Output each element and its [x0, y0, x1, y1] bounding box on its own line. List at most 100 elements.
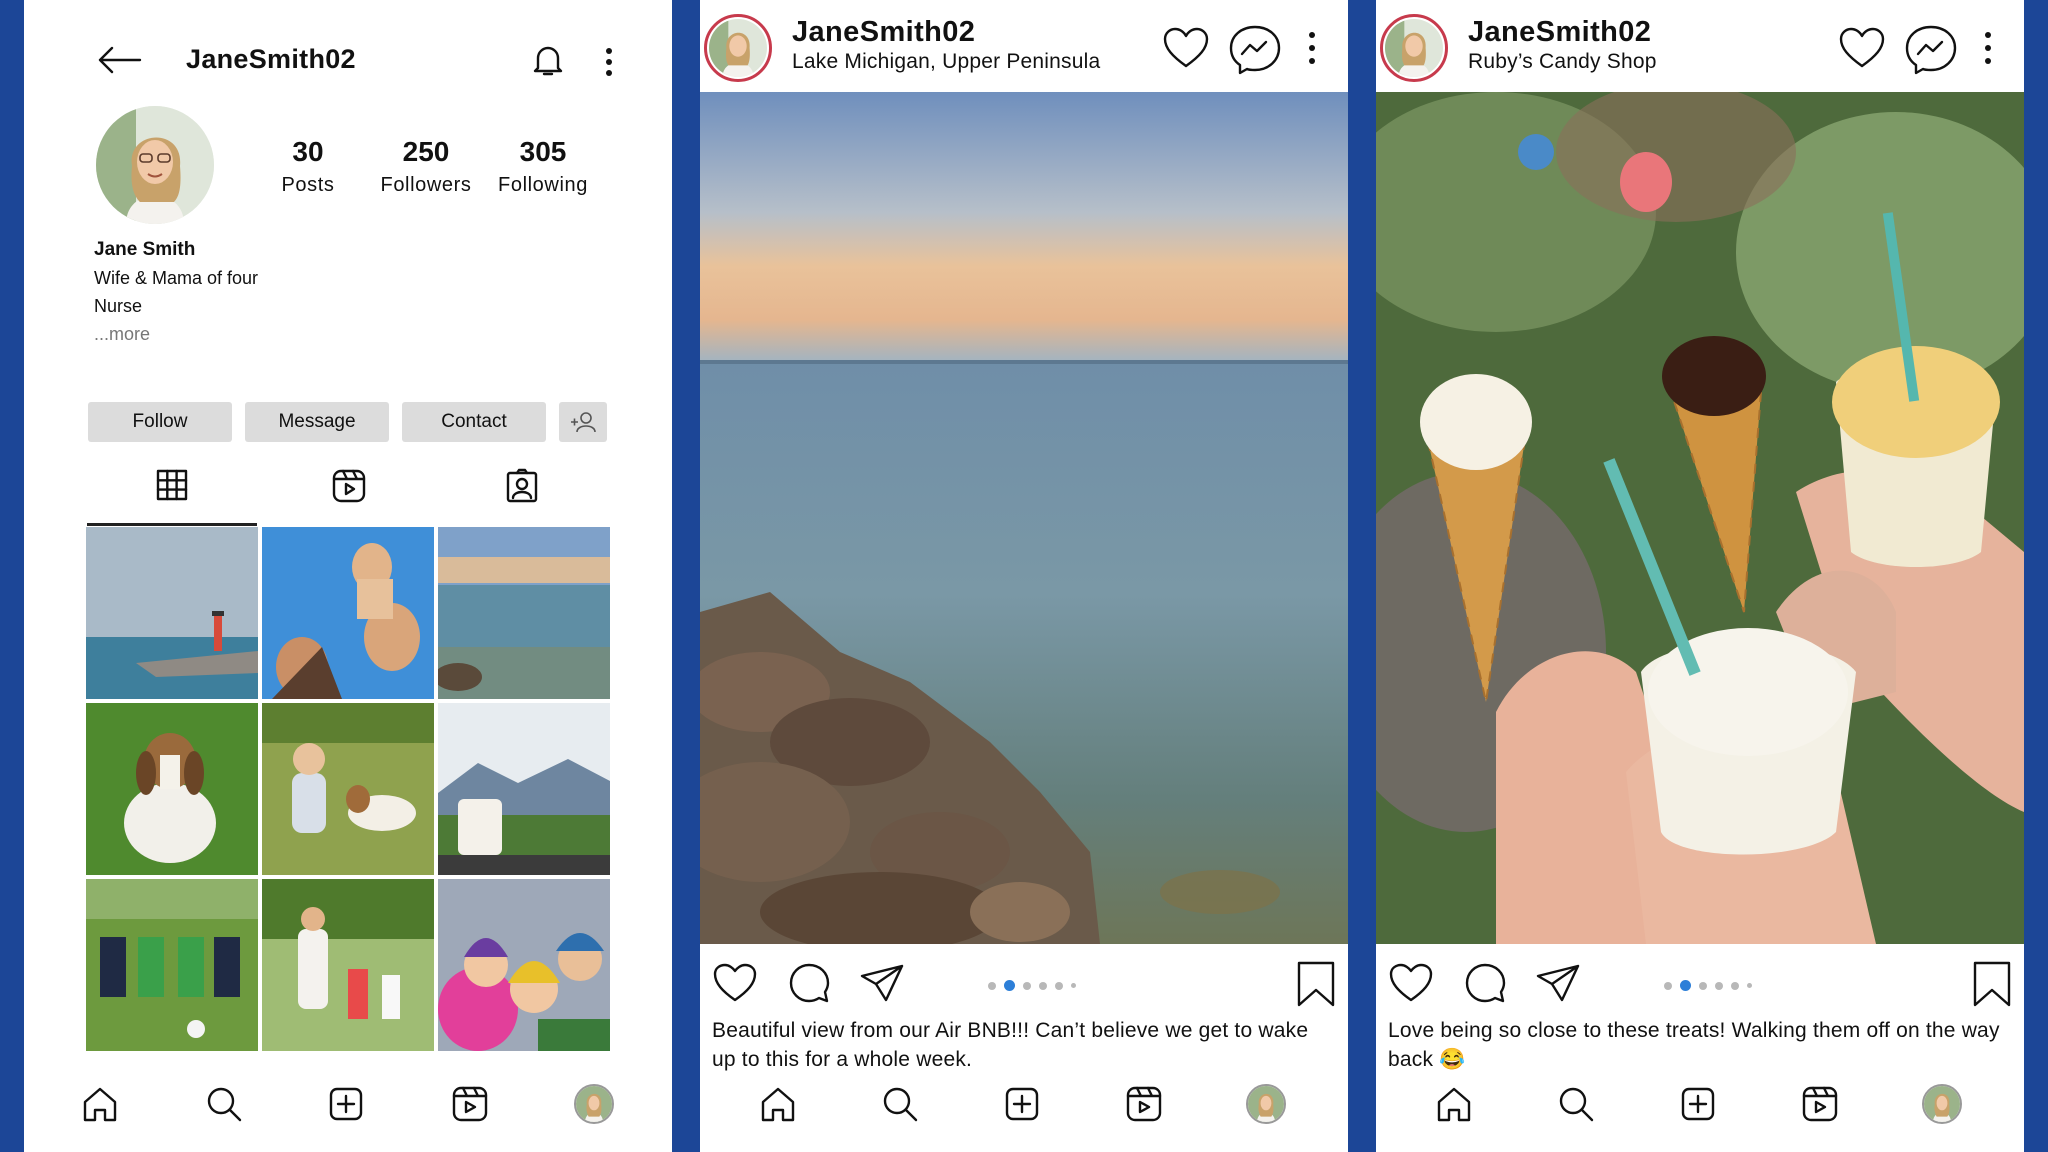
home-icon[interactable]	[758, 1084, 798, 1124]
profile-avatar[interactable]	[1922, 1084, 1962, 1124]
profile-avatar[interactable]	[96, 106, 214, 224]
bio-more-link[interactable]: ...more	[94, 320, 258, 348]
search-icon[interactable]	[1556, 1084, 1596, 1124]
messenger-icon[interactable]	[1904, 24, 1958, 76]
contact-button[interactable]: Contact	[402, 402, 546, 442]
post-location[interactable]: Ruby’s Candy Shop	[1468, 50, 1657, 74]
stat-followers-value: 250	[402, 136, 450, 167]
more-options-icon[interactable]	[602, 46, 616, 78]
posts-grid	[86, 527, 634, 1051]
share-icon[interactable]	[860, 964, 904, 1002]
post-panel-ice-cream: JaneSmith02 Ruby’s Candy Shop Love being…	[1376, 0, 2024, 1152]
carousel-dot-active	[1004, 980, 1015, 991]
carousel-dot	[988, 981, 996, 990]
stat-posts-value: 30	[292, 136, 324, 167]
bio-line: Nurse	[94, 296, 143, 316]
carousel-dot	[1715, 981, 1723, 990]
carousel-dot	[1699, 981, 1707, 990]
carousel-dot-active	[1680, 980, 1691, 991]
grid-post-kids-soccer[interactable]	[86, 879, 258, 1051]
profile-avatar[interactable]	[1246, 1084, 1286, 1124]
post-author-avatar[interactable]	[704, 14, 772, 82]
create-icon[interactable]	[1002, 1084, 1042, 1124]
stat-following-value: 305	[519, 136, 567, 167]
reels-icon[interactable]	[450, 1084, 490, 1124]
reels-icon[interactable]	[1800, 1084, 1840, 1124]
search-icon[interactable]	[880, 1084, 920, 1124]
grid-post-coffee-mountains[interactable]	[438, 703, 610, 875]
stat-following[interactable]: 305 Following	[483, 136, 603, 197]
post-image-lake-sunset[interactable]	[700, 92, 1348, 944]
share-icon[interactable]	[1536, 964, 1580, 1002]
create-icon[interactable]	[326, 1084, 366, 1124]
carousel-dot	[1071, 983, 1076, 988]
bottom-nav	[700, 1076, 1348, 1136]
bio-name: Jane Smith	[94, 239, 196, 260]
bell-icon[interactable]	[530, 42, 566, 78]
heart-icon[interactable]	[1838, 26, 1886, 70]
profile-bio: Jane Smith Wife & Mama of four Nurse ...…	[94, 236, 258, 348]
post-location[interactable]: Lake Michigan, Upper Peninsula	[792, 50, 1100, 74]
search-icon[interactable]	[204, 1084, 244, 1124]
profile-header: JaneSmith02	[24, 0, 672, 110]
home-icon[interactable]	[80, 1084, 120, 1124]
grid-post-toddler-with-beagle[interactable]	[262, 703, 434, 875]
profile-username: JaneSmith02	[186, 44, 356, 74]
grid-post-kids-in-winter-hats[interactable]	[438, 879, 610, 1051]
bookmark-icon[interactable]	[1296, 960, 1336, 1008]
post-caption: Beautiful view from our Air BNB!!! Can’t…	[712, 1019, 1309, 1071]
carousel-indicator	[1664, 980, 1752, 991]
carousel-dot	[1664, 981, 1672, 990]
bio-line: Wife & Mama of four	[94, 268, 259, 288]
tab-tagged[interactable]	[437, 462, 607, 526]
heart-icon[interactable]	[1162, 26, 1210, 70]
follow-button[interactable]: Follow	[88, 402, 232, 442]
post-author-username[interactable]: JaneSmith02	[1468, 16, 1651, 49]
tab-posts-grid[interactable]	[87, 462, 257, 526]
profile-panel: JaneSmith02 30 Posts 250 Followers 305 F…	[24, 0, 672, 1152]
reels-icon	[332, 469, 366, 503]
grid-post-lighthouse[interactable]	[86, 527, 258, 699]
reels-icon[interactable]	[1124, 1084, 1164, 1124]
stat-following-label: Following	[498, 174, 588, 196]
like-icon[interactable]	[712, 962, 758, 1004]
comment-icon[interactable]	[1464, 962, 1506, 1004]
post-caption: Love being so close to these treats! Wal…	[1388, 1019, 2000, 1071]
carousel-dot	[1055, 981, 1063, 990]
stat-posts[interactable]: 30 Posts	[248, 136, 368, 197]
post-actions	[700, 944, 1348, 1024]
grid-icon	[156, 469, 188, 501]
carousel-dot	[1023, 981, 1031, 990]
post-actions	[1376, 944, 2024, 1024]
more-options-icon[interactable]	[1306, 30, 1318, 66]
create-icon[interactable]	[1678, 1084, 1718, 1124]
post-author-username[interactable]: JaneSmith02	[792, 16, 975, 49]
more-options-icon[interactable]	[1982, 30, 1994, 66]
grid-post-mom-running-with-kids[interactable]	[262, 879, 434, 1051]
grid-post-lake-sunset[interactable]	[438, 527, 610, 699]
carousel-dot	[1731, 981, 1739, 990]
post-panel-lake: JaneSmith02 Lake Michigan, Upper Peninsu…	[700, 0, 1348, 1152]
tagged-icon	[506, 468, 538, 503]
grid-post-beagle[interactable]	[86, 703, 258, 875]
post-image-ice-cream[interactable]	[1376, 92, 2024, 944]
bookmark-icon[interactable]	[1972, 960, 2012, 1008]
profile-avatar[interactable]	[574, 1084, 614, 1124]
suggested-users-button[interactable]	[559, 402, 607, 442]
stat-followers-label: Followers	[380, 174, 472, 196]
carousel-dot	[1747, 983, 1752, 988]
post-author-avatar[interactable]	[1380, 14, 1448, 82]
back-arrow-icon[interactable]	[96, 44, 142, 76]
tab-reels[interactable]	[264, 462, 434, 526]
stat-posts-label: Posts	[281, 174, 335, 196]
home-icon[interactable]	[1434, 1084, 1474, 1124]
comment-icon[interactable]	[788, 962, 830, 1004]
message-button[interactable]: Message	[245, 402, 389, 442]
like-icon[interactable]	[1388, 962, 1434, 1004]
grid-post-dad-and-kids[interactable]	[262, 527, 434, 699]
carousel-dot	[1039, 981, 1047, 990]
messenger-icon[interactable]	[1228, 24, 1282, 76]
stat-followers[interactable]: 250 Followers	[366, 136, 486, 197]
add-user-icon	[571, 412, 596, 433]
bottom-nav	[24, 1076, 672, 1136]
